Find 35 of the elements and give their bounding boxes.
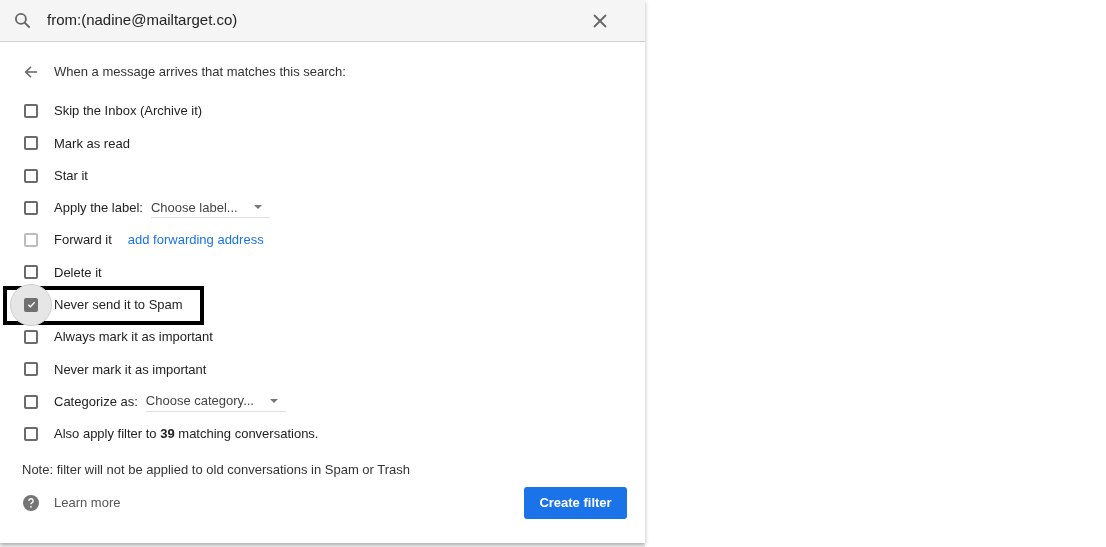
checkbox[interactable] xyxy=(24,394,38,409)
option-label: Also apply filter to 39 matching conversations. xyxy=(54,425,319,444)
caret-icon xyxy=(253,205,262,210)
caret-icon xyxy=(270,399,278,404)
learn-more-link[interactable]: Learn more xyxy=(54,493,121,513)
create-filter-button[interactable]: Create filter xyxy=(524,486,627,519)
search-field[interactable]: from:(nadine@mailtarget.co) xyxy=(47,9,593,32)
option-label: Skip the Inbox (Archive it) xyxy=(54,102,203,121)
close-icon[interactable] xyxy=(593,13,607,28)
option-label: Never send it to Spam xyxy=(54,296,183,315)
note-text: Note: filter will not be applied to old conversations in Spam or Trash xyxy=(22,461,411,480)
checkbox[interactable] xyxy=(24,362,38,377)
option-label: Always mark it as important xyxy=(54,328,213,347)
option-label: Never mark it as important xyxy=(54,360,207,379)
option-label: Categorize as: xyxy=(54,392,138,411)
search-bar[interactable]: from:(nadine@mailtarget.co) xyxy=(0,0,645,42)
checkbox[interactable] xyxy=(24,136,38,151)
checkbox[interactable] xyxy=(24,200,38,215)
dropdown[interactable]: Choose label... xyxy=(150,197,270,219)
filter-header: When a message arrives that matches this search: xyxy=(54,62,346,81)
option-label: Apply the label: xyxy=(54,199,143,218)
option-label: Mark as read xyxy=(54,134,130,153)
check-icon xyxy=(26,300,36,310)
option-label: Forward it xyxy=(54,231,112,250)
search-icon xyxy=(13,10,33,31)
checkbox[interactable] xyxy=(24,104,38,118)
option-label: Star it xyxy=(54,166,88,185)
dropdown[interactable]: Choose category... xyxy=(145,391,286,412)
checkbox[interactable] xyxy=(24,426,38,441)
back-arrow-icon[interactable] xyxy=(24,64,38,79)
option-label: Delete it xyxy=(54,263,102,282)
checkbox[interactable] xyxy=(24,330,38,345)
checkbox[interactable] xyxy=(24,168,38,183)
checkbox[interactable] xyxy=(24,265,38,280)
help-icon xyxy=(23,494,39,511)
